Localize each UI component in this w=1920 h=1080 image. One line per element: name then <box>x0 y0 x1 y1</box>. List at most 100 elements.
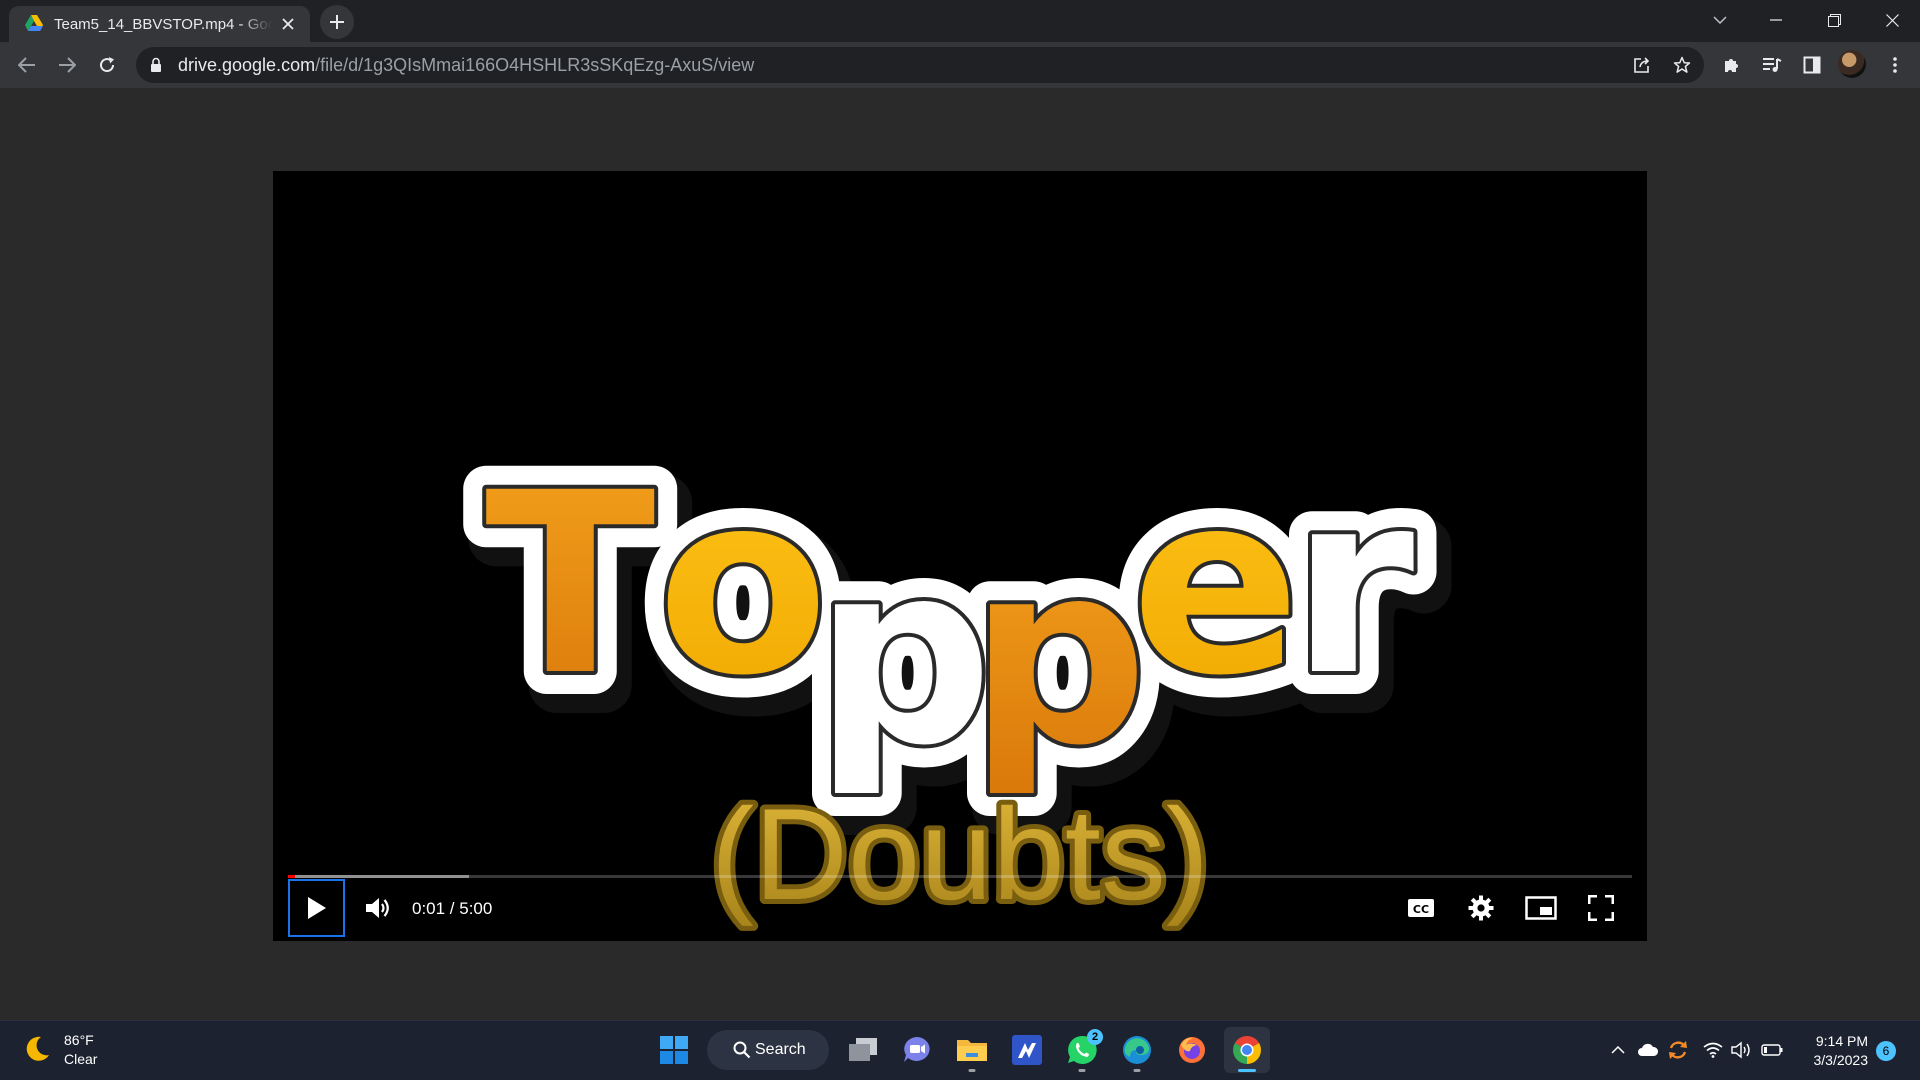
side-panel-button[interactable] <box>1797 50 1827 80</box>
task-view-button[interactable] <box>840 1027 886 1073</box>
file-explorer-button[interactable] <box>949 1027 995 1073</box>
windows-start-icon <box>660 1036 688 1064</box>
url-text: drive.google.com/file/d/1g3QIsMmai166O4H… <box>178 54 755 75</box>
drive-favicon <box>25 15 43 33</box>
teams-chat-button[interactable] <box>894 1027 940 1073</box>
share-icon <box>1633 56 1651 74</box>
play-icon <box>307 896 327 920</box>
wifi-icon <box>1703 1042 1723 1058</box>
battery-icon <box>1761 1044 1783 1056</box>
plus-icon <box>329 14 345 30</box>
new-tab-button[interactable] <box>320 5 354 39</box>
profile-avatar[interactable] <box>1838 50 1866 78</box>
restore-button[interactable] <box>1806 0 1862 40</box>
file-explorer-icon <box>956 1037 988 1063</box>
forward-button[interactable] <box>52 50 82 80</box>
title-topper: Topper Topper Topper T o p p e r <box>462 416 1452 842</box>
extensions-puzzle-icon <box>1723 56 1741 74</box>
search-label: Search <box>755 1041 806 1058</box>
progress-bar[interactable] <box>288 875 1632 878</box>
weather-widget[interactable]: 86°F Clear <box>22 1031 97 1069</box>
minimize-icon <box>1770 19 1782 21</box>
sync-status-button[interactable] <box>1666 1038 1690 1062</box>
whatsapp-button[interactable]: 2 <box>1059 1027 1105 1073</box>
back-arrow-icon <box>18 57 36 73</box>
teams-chat-icon <box>902 1036 932 1064</box>
extensions-button[interactable] <box>1717 50 1747 80</box>
svg-text:T: T <box>485 439 656 730</box>
media-controls-button[interactable] <box>1757 50 1787 80</box>
address-bar[interactable]: drive.google.com/file/d/1g3QIsMmai166O4H… <box>136 47 1704 83</box>
clock-time: 9:14 PM <box>1815 1033 1868 1049</box>
bookmark-star-button[interactable] <box>1668 51 1696 79</box>
start-button[interactable] <box>651 1027 697 1073</box>
close-window-button[interactable] <box>1864 0 1920 40</box>
taskbar: 86°F Clear Search 2 9:14 PM 3/3/2023 6 <box>0 1020 1920 1080</box>
volume-icon <box>365 896 391 920</box>
close-icon[interactable] <box>278 14 298 34</box>
clock-date: 3/3/2023 <box>1813 1052 1869 1068</box>
visual-studio-button[interactable] <box>1004 1027 1050 1073</box>
speaker-icon <box>1731 1041 1753 1059</box>
show-hidden-icons-button[interactable] <box>1606 1038 1630 1062</box>
edge-icon <box>1122 1035 1152 1065</box>
task-view-icon <box>848 1037 878 1063</box>
browser-tab[interactable]: Team5_14_BBVSTOP.mp4 - Google Drive <box>9 6 310 42</box>
reload-icon <box>98 56 116 74</box>
back-button[interactable] <box>12 50 42 80</box>
chevron-up-icon <box>1611 1046 1625 1054</box>
svg-text:(Doubts): (Doubts) <box>711 781 1209 927</box>
browser-toolbar: drive.google.com/file/d/1g3QIsMmai166O4H… <box>0 42 1920 88</box>
running-indicator <box>1078 1069 1086 1072</box>
play-button[interactable] <box>288 879 345 937</box>
svg-text:e: e <box>1131 439 1301 730</box>
chevron-down-icon <box>1713 16 1727 24</box>
fullscreen-button[interactable] <box>1579 886 1623 930</box>
time-display: 0:01 / 5:00 <box>412 899 493 918</box>
svg-text:p: p <box>969 509 1148 800</box>
weather-temperature: 86°F <box>64 1032 94 1048</box>
notification-badge[interactable]: 6 <box>1876 1041 1896 1061</box>
settings-button[interactable] <box>1459 886 1503 930</box>
chrome-button[interactable] <box>1224 1027 1270 1073</box>
onedrive-cloud-icon <box>1637 1043 1659 1057</box>
tab-search-button[interactable] <box>1692 0 1748 40</box>
miniplayer-icon <box>1525 896 1557 920</box>
subtitle-doubts: (Doubts) (Doubts) <box>706 776 1214 932</box>
running-indicator <box>1238 1069 1256 1072</box>
video-frame: Topper Topper Topper T o p p e r (Doubts… <box>462 416 1452 932</box>
chrome-icon <box>1232 1035 1262 1065</box>
tab-strip: Team5_14_BBVSTOP.mp4 - Google Drive <box>0 0 1920 42</box>
svg-text:CC: CC <box>1413 903 1429 916</box>
side-panel-icon <box>1803 56 1821 74</box>
forward-arrow-icon <box>58 57 76 73</box>
settings-gear-icon <box>1468 895 1494 921</box>
sync-icon <box>1667 1039 1689 1061</box>
firefox-button[interactable] <box>1169 1027 1215 1073</box>
chrome-menu-button[interactable] <box>1880 50 1910 80</box>
svg-text:r: r <box>1291 439 1414 730</box>
battery-button[interactable] <box>1760 1038 1784 1062</box>
captions-button[interactable]: CC <box>1399 886 1443 930</box>
edge-button[interactable] <box>1114 1027 1160 1073</box>
clock[interactable]: 9:14 PM 3/3/2023 <box>1800 1032 1869 1070</box>
star-icon <box>1673 56 1691 74</box>
taskbar-search[interactable]: Search <box>707 1030 829 1070</box>
drive-viewer: Topper Topper Topper T o p p e r (Doubts… <box>0 88 1920 1020</box>
volume-tray-button[interactable] <box>1730 1038 1754 1062</box>
network-button[interactable] <box>1701 1038 1725 1062</box>
volume-button[interactable] <box>358 888 398 928</box>
share-button[interactable] <box>1628 51 1656 79</box>
visual-studio-icon <box>1012 1035 1042 1065</box>
onedrive-button[interactable] <box>1636 1038 1660 1062</box>
video-player[interactable]: Topper Topper Topper T o p p e r (Doubts… <box>273 171 1647 941</box>
reload-button[interactable] <box>92 50 122 80</box>
captions-icon: CC <box>1407 898 1435 918</box>
close-icon <box>1885 13 1899 27</box>
running-indicator <box>968 1069 976 1072</box>
search-icon <box>733 1041 751 1059</box>
moon-icon <box>22 1034 54 1066</box>
miniplayer-button[interactable] <box>1519 886 1563 930</box>
minimize-button[interactable] <box>1748 0 1804 40</box>
progress-played <box>288 875 295 878</box>
